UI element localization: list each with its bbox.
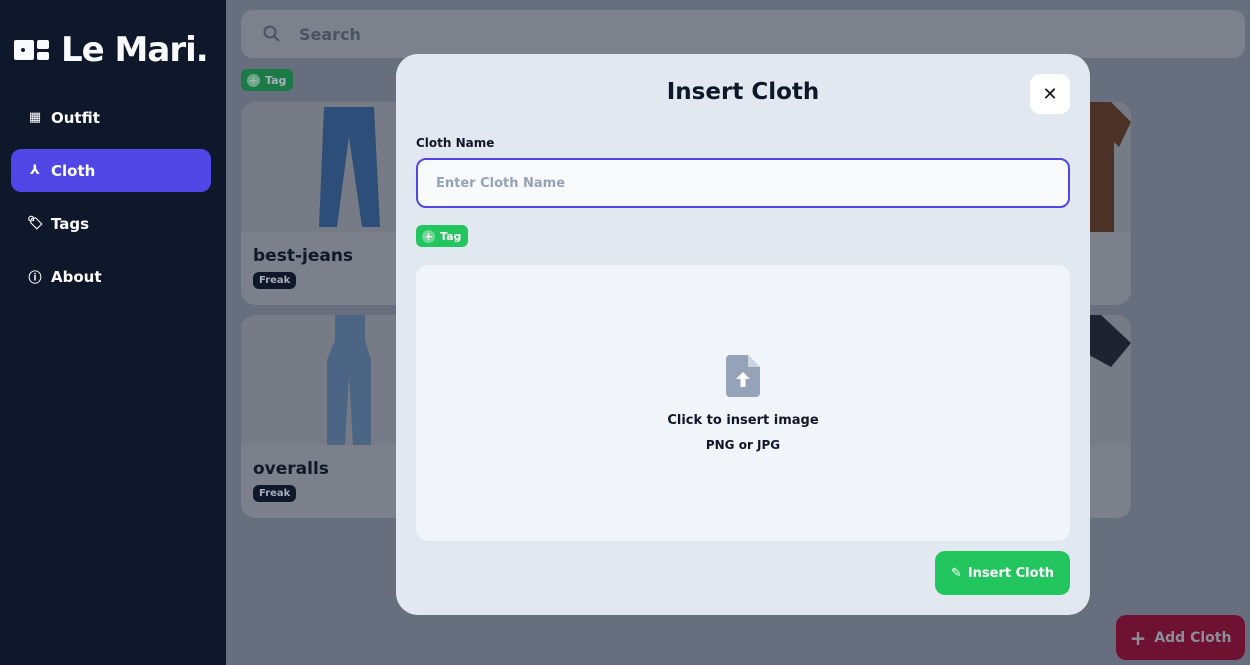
close-button[interactable]: ✕ <box>1030 74 1070 114</box>
tag-badge: Freak <box>253 272 297 289</box>
sidebar-item-label: Tags <box>51 214 90 233</box>
sidebar-item-outfit[interactable]: ▦ Outfit <box>11 96 211 139</box>
tag-icon: 🏷 <box>27 216 44 231</box>
modal-title: Insert Cloth <box>666 79 820 105</box>
add-cloth-label: Add Cloth <box>1154 629 1232 646</box>
tag-label: Tag <box>440 229 462 243</box>
tag-label: Tag <box>265 73 287 87</box>
add-tag-filter-button[interactable]: + Tag <box>241 69 294 91</box>
search-bar[interactable]: Search <box>241 10 1245 58</box>
info-icon: ⓘ <box>28 271 42 286</box>
sidebar-item-tags[interactable]: 🏷 Tags <box>11 202 211 245</box>
layout-icon: ▦ <box>28 110 42 125</box>
close-icon: ✕ <box>1042 83 1058 105</box>
sidebar-item-about[interactable]: ⓘ About <box>11 255 211 298</box>
plus-icon: + <box>247 73 260 87</box>
sidebar-item-label: Cloth <box>51 161 96 180</box>
plus-icon: + <box>422 229 435 243</box>
pencil-icon: ✎ <box>950 565 962 581</box>
sidebar-nav: ▦ Outfit ⅄ Cloth 🏷 Tags ⓘ About <box>11 96 211 308</box>
cloth-name-label: Cloth Name <box>416 136 495 150</box>
sidebar: Le Mari. ▦ Outfit ⅄ Cloth 🏷 Tags ⓘ About <box>0 0 226 665</box>
hanger-icon: ⅄ <box>30 163 40 178</box>
app-name: Le Mari. <box>61 30 209 70</box>
add-tag-button[interactable]: + Tag <box>416 225 469 247</box>
logo-icon <box>14 40 49 60</box>
search-icon <box>263 25 280 42</box>
sidebar-item-cloth[interactable]: ⅄ Cloth <box>11 149 211 192</box>
sidebar-item-label: Outfit <box>51 108 100 127</box>
image-upload-dropzone[interactable]: Click to insert image PNG or JPG <box>416 265 1070 541</box>
search-placeholder: Search <box>299 24 361 44</box>
insert-cloth-button[interactable]: ✎ Insert Cloth <box>935 551 1070 595</box>
cloth-name-input[interactable] <box>416 158 1070 208</box>
submit-label: Insert Cloth <box>967 565 1055 581</box>
upload-text: Click to insert image <box>667 412 819 428</box>
tag-badge: Freak <box>253 485 297 502</box>
plus-icon: + <box>1129 625 1147 650</box>
add-cloth-button[interactable]: + Add Cloth <box>1116 615 1245 660</box>
sidebar-item-label: About <box>51 267 102 286</box>
upload-formats: PNG or JPG <box>705 437 781 452</box>
file-upload-icon <box>726 354 760 397</box>
logo[interactable]: Le Mari. <box>14 30 209 70</box>
insert-cloth-modal: Insert Cloth ✕ Cloth Name + Tag Click to … <box>396 54 1090 615</box>
